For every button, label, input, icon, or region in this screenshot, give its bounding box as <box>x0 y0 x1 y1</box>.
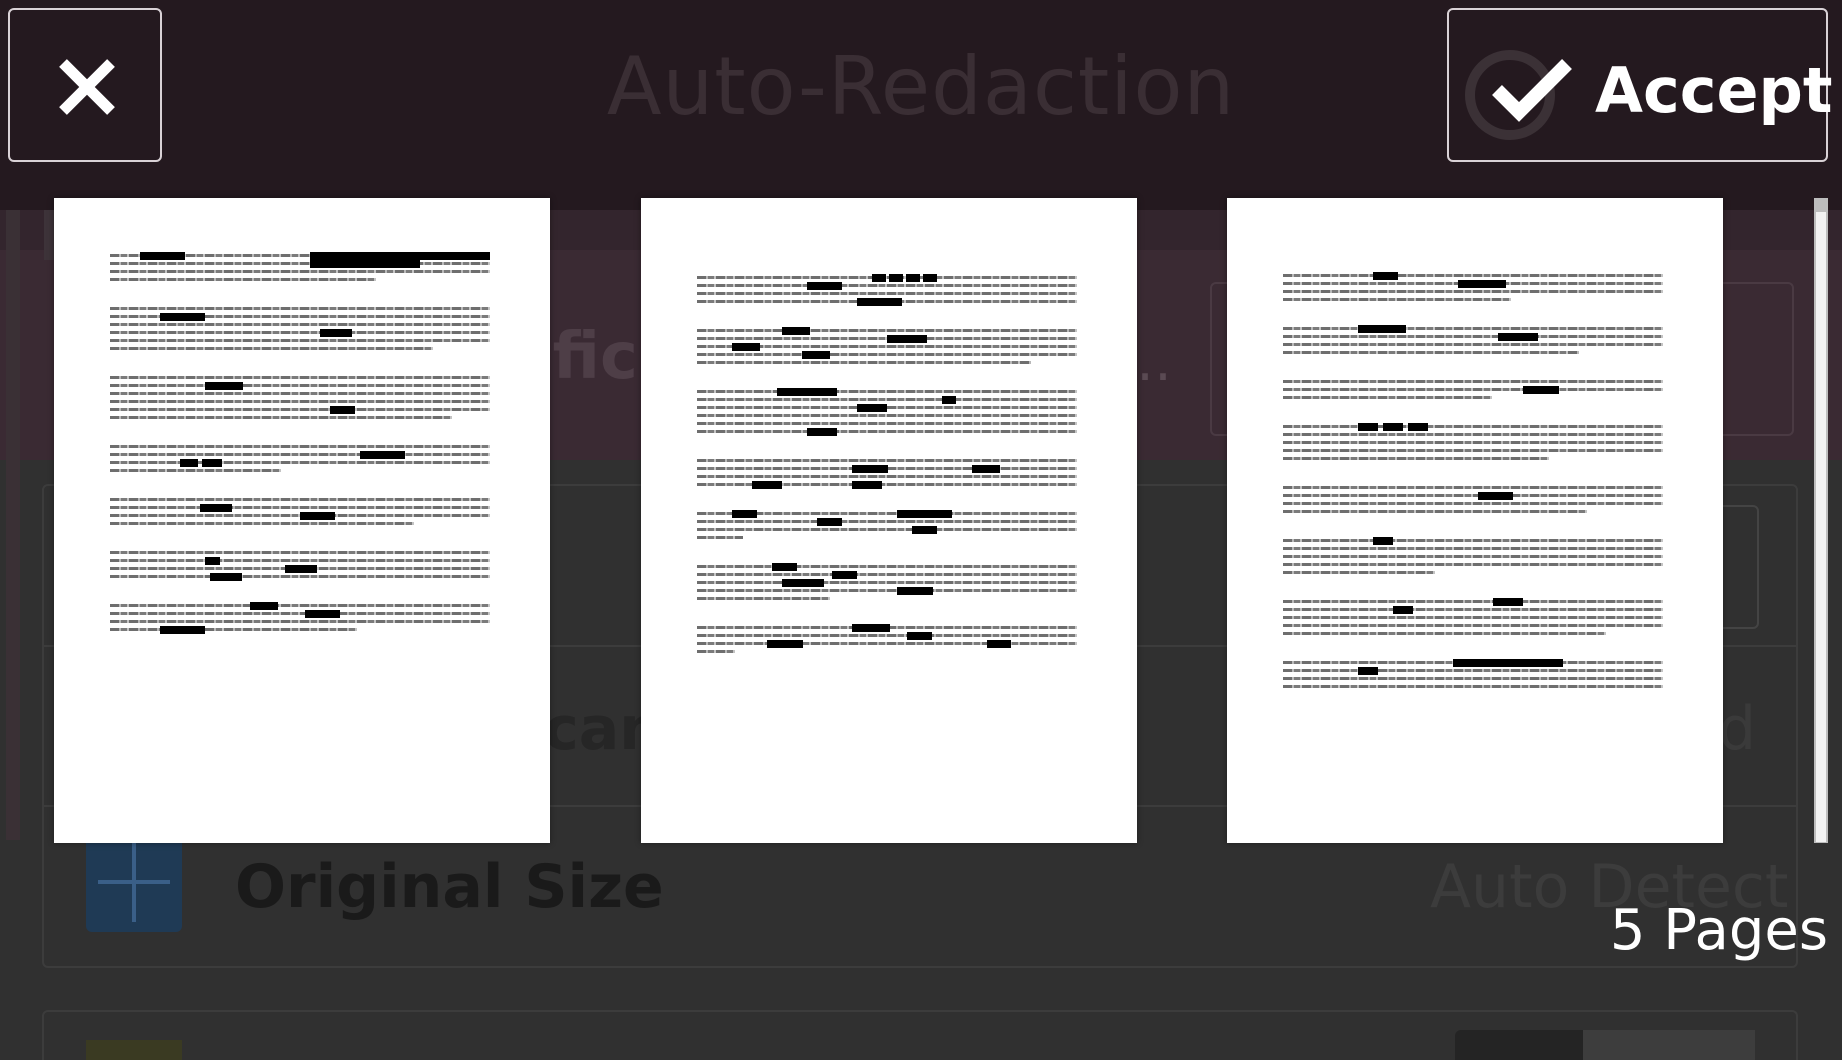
page-text-block <box>1283 272 1663 714</box>
checkmark-icon <box>1492 59 1572 122</box>
page-thumbnail-3[interactable] <box>1227 198 1723 843</box>
background-row-ghost-value: d <box>1718 694 1757 764</box>
page-text-block <box>697 274 1077 679</box>
accept-label: Accept <box>1595 54 1833 127</box>
original-size-label: Original Size <box>235 852 664 922</box>
accept-button[interactable]: Accept <box>1447 8 1833 162</box>
close-icon <box>59 59 115 115</box>
background-bottom-icon <box>86 1040 182 1060</box>
preview-scrollbar-thumb[interactable] <box>1816 212 1826 842</box>
page-count-label: 5 Pages <box>1609 898 1828 963</box>
background-bottom-toggle <box>1455 1030 1755 1060</box>
page-thumbnail-2[interactable] <box>641 198 1137 843</box>
close-button[interactable] <box>8 8 162 162</box>
page-text-block <box>110 252 490 657</box>
auto-redaction-preview-screen: Auto-Redaction tific … Scanni d Original… <box>0 0 1842 1060</box>
original-size-icon <box>86 832 182 932</box>
background-left-bar <box>6 210 20 840</box>
page-thumbnail-1[interactable] <box>54 198 550 843</box>
